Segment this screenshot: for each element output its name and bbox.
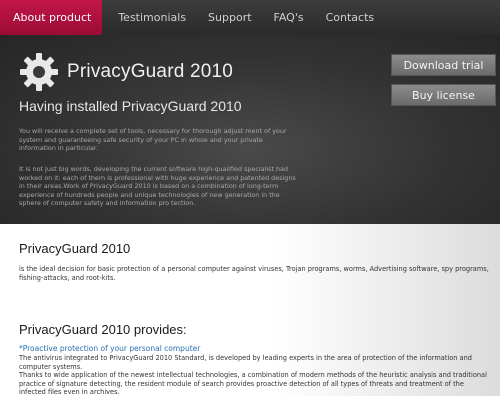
hero-heading: Having installed PrivacyGuard 2010 — [19, 98, 242, 114]
buy-license-button[interactable]: Buy license — [391, 84, 496, 106]
nav-faqs[interactable]: FAQ's — [264, 0, 314, 35]
gear-icon — [20, 53, 58, 91]
product-description: is the ideal decision for basic protecti… — [19, 265, 489, 282]
feature-proactive-protection[interactable]: *Proactive protection of your personal c… — [19, 344, 200, 353]
hero-section: PrivacyGuard 2010 Download trial Buy lic… — [0, 35, 500, 224]
feature-description-2: Thanks to wide application of the newest… — [19, 371, 487, 397]
nav-contacts[interactable]: Contacts — [316, 0, 385, 35]
brand-title: PrivacyGuard 2010 — [67, 61, 234, 82]
nav-support[interactable]: Support — [198, 0, 261, 35]
nav-testimonials[interactable]: Testimonials — [108, 0, 196, 35]
provides-title: PrivacyGuard 2010 provides: — [19, 322, 187, 337]
download-trial-button[interactable]: Download trial — [391, 54, 496, 76]
content-section: PrivacyGuard 2010 is the ideal decision … — [0, 224, 500, 396]
hero-paragraph-2: It is not just big words, developing the… — [19, 165, 296, 208]
top-nav: About product Testimonials Support FAQ's… — [0, 0, 500, 35]
feature-description-1: The antivirus integrated to PrivacyGuard… — [19, 354, 472, 371]
hero-paragraph-1: You will receive a complete set of tools… — [19, 127, 287, 153]
product-title: PrivacyGuard 2010 — [19, 241, 131, 256]
nav-about-product[interactable]: About product — [0, 0, 103, 35]
